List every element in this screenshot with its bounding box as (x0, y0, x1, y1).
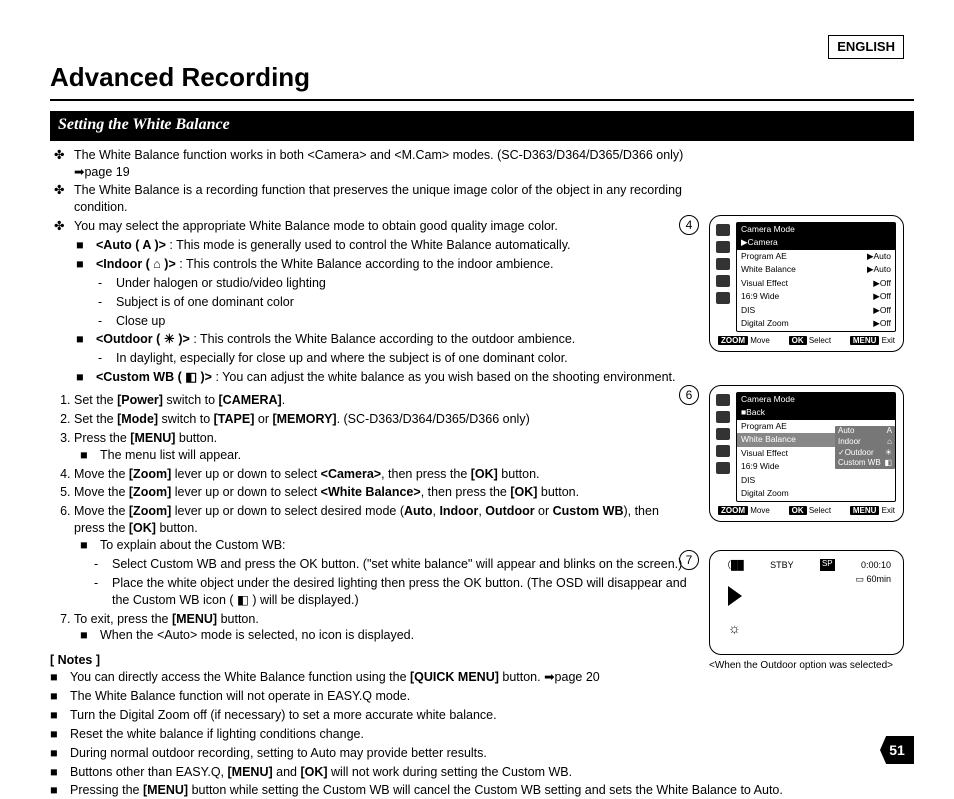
osd-side-icons (716, 224, 730, 304)
osd-row: DIS▶Off (737, 304, 895, 317)
steps-list: Set the [Power] switch to [CAMERA]. Set … (74, 392, 690, 644)
page-title: Advanced Recording (50, 60, 914, 101)
osd-panel-4: 4 Camera Mode ▶Camera Program AE▶Auto Wh… (709, 215, 904, 352)
osd-footer: ZOOM Move OK Select MENU Exit (716, 336, 897, 347)
osd-panel-7: 7 （██ STBY SP 0:00:10 ▭ 60min ☼ <When th… (709, 550, 904, 673)
notes-section: [ Notes ] ■You can directly access the W… (50, 652, 914, 799)
play-indicator-icon (728, 586, 742, 606)
step-item: Move the [Zoom] lever up or down to sele… (74, 503, 690, 608)
osd-row: White Balance▶Auto (737, 263, 895, 276)
step-circle-7: 7 (679, 550, 699, 570)
section-heading: Setting the White Balance (50, 111, 914, 141)
main-content: ✤The White Balance function works in bot… (50, 141, 690, 645)
step-circle-4: 4 (679, 215, 699, 235)
osd-row: 16:9 Wide▶Off (737, 290, 895, 303)
osd-side-icons (716, 394, 730, 474)
tape-icon: ▭ (855, 574, 864, 584)
osd-footer: ZOOM Move OK Select MENU Exit (716, 506, 897, 517)
osd-panel-6: 6 Camera Mode ■Back Program AE White Bal… (709, 385, 904, 522)
osd-row: Digital Zoom▶Off (737, 317, 895, 330)
mode-indoor-sub: -Close up (98, 313, 690, 330)
step-item: Move the [Zoom] lever up or down to sele… (74, 484, 690, 501)
osd-row: Digital Zoom (737, 487, 895, 500)
intro-bullet: ✤The White Balance is a recording functi… (54, 182, 690, 216)
language-tag: ENGLISH (828, 35, 904, 59)
osd-submenu: AutoA Indoor⌂ ✓Outdoor☀ Custom WB◧ (835, 426, 895, 469)
stby-label: STBY (770, 559, 794, 571)
step-item: Set the [Mode] switch to [TAPE] or [MEMO… (74, 411, 690, 428)
battery-icon: （██ (722, 559, 744, 571)
mode-indoor-sub: -Under halogen or studio/video lighting (98, 275, 690, 292)
mode-customwb: ■<Custom WB ( ◧ )> : You can adjust the … (76, 369, 690, 386)
step-item: Press the [MENU] button. ■The menu list … (74, 430, 690, 464)
osd-row: Program AE▶Auto (737, 250, 895, 263)
osd-back: ■Back (737, 406, 895, 419)
step-item: Move the [Zoom] lever up or down to sele… (74, 466, 690, 483)
page-number-badge: 51 (880, 736, 914, 764)
osd-title: Camera Mode (737, 393, 895, 406)
osd-row: DIS (737, 474, 895, 487)
remain-time: ▭ 60min (855, 573, 891, 585)
step-item: To exit, press the [MENU] button. ■When … (74, 611, 690, 645)
osd-title: Camera Mode (737, 223, 895, 236)
osd-row: Visual Effect▶Off (737, 277, 895, 290)
mode-outdoor: ■<Outdoor ( ☀ )> : This controls the Whi… (76, 331, 690, 348)
timecode: 0:00:10 (861, 559, 891, 571)
step-item: Set the [Power] switch to [CAMERA]. (74, 392, 690, 409)
osd-selected: ▶Camera (737, 236, 895, 249)
mode-indoor-sub: -Subject is of one dominant color (98, 294, 690, 311)
mode-outdoor-sub: -In daylight, especially for close up an… (98, 350, 690, 367)
outdoor-icon: ☼ (728, 619, 741, 638)
intro-bullet: ✤You may select the appropriate White Ba… (54, 218, 690, 235)
sp-badge: SP (820, 559, 835, 571)
osd7-caption: <When the Outdoor option was selected> (709, 659, 904, 673)
step-circle-6: 6 (679, 385, 699, 405)
intro-bullet: ✤The White Balance function works in bot… (54, 147, 690, 181)
mode-indoor: ■<Indoor ( ⌂ )> : This controls the Whit… (76, 256, 690, 273)
mode-auto: ■<Auto ( A )> : This mode is generally u… (76, 237, 690, 254)
